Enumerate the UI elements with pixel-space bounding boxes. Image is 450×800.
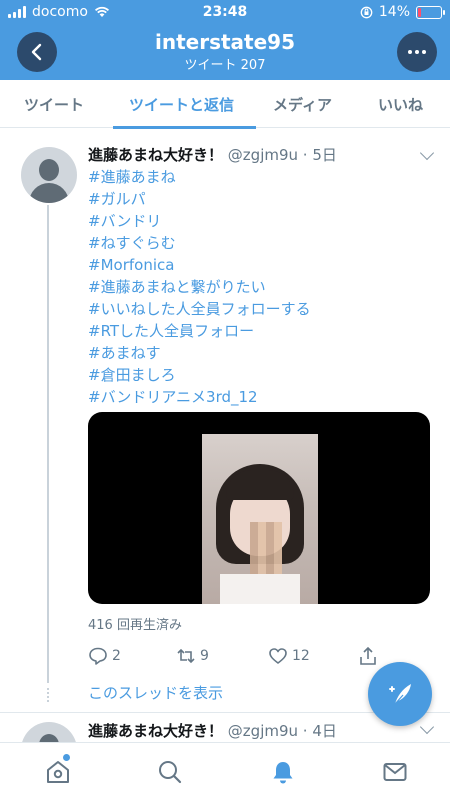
hashtag-link[interactable]: #バンドリアニメ3rd_12	[88, 386, 311, 408]
thread-line	[47, 205, 49, 683]
status-right: 14%	[360, 4, 445, 20]
tweet-author-name[interactable]: 進藤あまね大好き！	[88, 146, 223, 164]
profile-title: interstate95	[155, 30, 295, 54]
view-count: 416 回再生済み	[88, 618, 182, 633]
compose-icon	[389, 684, 411, 705]
tweet-header: 進藤あまね大好き！ @zgjm9u · 5日	[88, 144, 337, 165]
status-bar: docomo 23:48 14%	[0, 0, 450, 24]
share-icon	[360, 646, 376, 665]
video-thumbnail	[202, 434, 318, 604]
reply-icon	[89, 647, 107, 665]
tweet-handle[interactable]: @zgjm9u	[228, 722, 298, 740]
more-dot-icon	[415, 50, 419, 54]
tab-tweets[interactable]: ツイート	[24, 94, 84, 115]
tweet-handle[interactable]: @zgjm9u	[228, 146, 298, 164]
notifications-icon[interactable]	[270, 759, 296, 785]
tab-likes[interactable]: いいね	[378, 94, 423, 115]
retweet-button[interactable]: 9	[176, 646, 209, 666]
tweet-text: #進藤あまね #ガルパ #バンドリ #ねすぐらむ #Morfonica #進藤あ…	[88, 166, 311, 408]
hashtag-link[interactable]: #いいねした人全員フォローする	[88, 298, 311, 320]
battery-percent: 14%	[378, 4, 410, 20]
retweet-icon	[177, 648, 195, 664]
avatar[interactable]	[21, 147, 77, 203]
chevron-down-icon[interactable]	[419, 719, 435, 735]
notification-dot	[63, 754, 70, 761]
hashtag-link[interactable]: #Morfonica	[88, 254, 311, 276]
hashtag-link[interactable]: #ねすぐらむ	[88, 232, 311, 254]
active-tab-indicator	[113, 126, 256, 129]
reply-count: 2	[112, 648, 121, 664]
tweet-time-separator: ·	[298, 722, 313, 740]
orientation-lock-icon	[360, 6, 373, 18]
retweet-count: 9	[200, 648, 209, 664]
heart-icon	[269, 648, 287, 664]
hashtag-link[interactable]: #進藤あまねと繋がりたい	[88, 276, 311, 298]
hashtag-link[interactable]: #RTした人全員フォロー	[88, 320, 311, 342]
chevron-down-icon[interactable]	[419, 145, 435, 161]
thread-dots	[47, 688, 49, 702]
more-button[interactable]	[397, 32, 437, 72]
tweet-count: ツイート 207	[184, 58, 266, 73]
hashtag-link[interactable]: #ガルパ	[88, 188, 311, 210]
hashtag-link[interactable]: #あまねす	[88, 342, 311, 364]
tweet-time: 4日	[312, 722, 337, 740]
video-player[interactable]	[88, 412, 430, 604]
hashtag-link[interactable]: #バンドリ	[88, 210, 311, 232]
tweet-actions: 2 9 12	[88, 646, 428, 670]
show-thread-link[interactable]: このスレッドを表示	[88, 682, 223, 703]
profile-tabs: ツイート ツイートと返信 メディア いいね	[0, 80, 450, 128]
share-button[interactable]	[358, 646, 378, 666]
tab-media[interactable]: メディア	[273, 94, 332, 115]
reply-button[interactable]: 2	[88, 646, 121, 666]
like-count: 12	[292, 648, 310, 664]
profile-header: docomo 23:48 14% interstate95 ツイート 207	[0, 0, 450, 80]
tweet-time: 5日	[312, 146, 337, 164]
search-icon[interactable]	[157, 759, 183, 785]
tweet-time-separator: ·	[298, 146, 313, 164]
like-button[interactable]: 12	[268, 646, 310, 666]
bottom-nav	[0, 742, 450, 800]
tweet-author-name[interactable]: 進藤あまね大好き！	[88, 722, 223, 740]
more-dot-icon	[408, 50, 412, 54]
messages-icon[interactable]	[382, 759, 408, 785]
home-icon[interactable]	[45, 759, 71, 785]
tab-tweets-and-replies[interactable]: ツイートと返信	[129, 94, 234, 115]
more-dot-icon	[422, 50, 426, 54]
hashtag-link[interactable]: #進藤あまね	[88, 166, 311, 188]
battery-icon	[416, 5, 445, 19]
compose-tweet-button[interactable]	[368, 662, 432, 726]
hashtag-link[interactable]: #倉田ましろ	[88, 364, 311, 386]
tweet-header: 進藤あまね大好き！ @zgjm9u · 4日	[88, 720, 337, 741]
